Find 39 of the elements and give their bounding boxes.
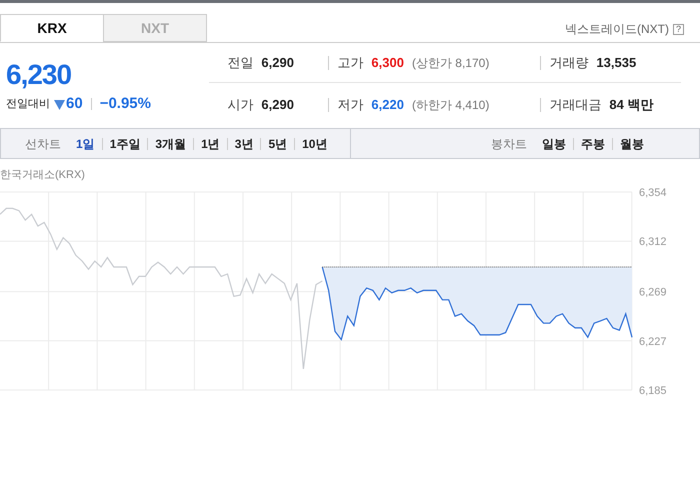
stat-label: 저가 [337, 96, 364, 114]
change-label: 전일대비 [6, 97, 50, 112]
stat-label: 고가 [337, 54, 364, 72]
stat-value: 6,220 [371, 96, 404, 114]
period-tab[interactable]: 일봉 [535, 138, 573, 150]
chart-group-label: 선차트 [25, 136, 61, 152]
period-tab[interactable]: 10년 [294, 138, 334, 150]
price-limit: (하한가 4,410) [412, 97, 490, 114]
y-axis-label: 6,185 [639, 384, 667, 396]
period-tab[interactable]: 5년 [260, 138, 294, 150]
stat-label: 전일 [227, 54, 254, 72]
change-percent: −0.95% [100, 94, 151, 114]
price-limit: (상한가 8,170) [412, 54, 490, 72]
stat-value: 84 백만 [609, 96, 654, 114]
y-axis-label: 6,354 [639, 186, 667, 198]
change-amount: 60 [66, 94, 83, 114]
chart-group-label: 봉차트 [491, 136, 527, 152]
period-tab[interactable]: 1주일 [102, 138, 148, 150]
stat-value: 6,300 [371, 54, 404, 72]
current-price: 6,230 [6, 61, 72, 89]
period-tab[interactable]: 3년 [226, 138, 260, 150]
period-tab[interactable]: 월봉 [612, 138, 651, 150]
market-tab[interactable]: KRX [0, 14, 104, 42]
stat-label: 거래대금 [549, 96, 602, 114]
period-tab[interactable]: 1년 [193, 138, 227, 150]
stat-label: 거래량 [549, 54, 588, 72]
y-axis-label: 6,312 [639, 236, 667, 248]
chart-source-label: 한국거래소(KRX) [0, 168, 86, 183]
stat-value: 6,290 [261, 96, 294, 114]
stat-label: 시가 [227, 96, 254, 114]
period-tab[interactable]: 3개월 [147, 138, 194, 150]
help-icon[interactable]: ? [673, 24, 684, 34]
nxt-link[interactable]: 넥스트레이드(NXT) [565, 20, 669, 38]
stat-value: 13,535 [596, 54, 636, 72]
stat-value: 6,290 [261, 54, 294, 72]
y-axis-label: 6,227 [639, 335, 667, 348]
period-tab[interactable]: 1일 [69, 138, 102, 150]
y-axis-label: 6,269 [639, 286, 667, 298]
period-tab[interactable]: 주봉 [573, 138, 612, 150]
